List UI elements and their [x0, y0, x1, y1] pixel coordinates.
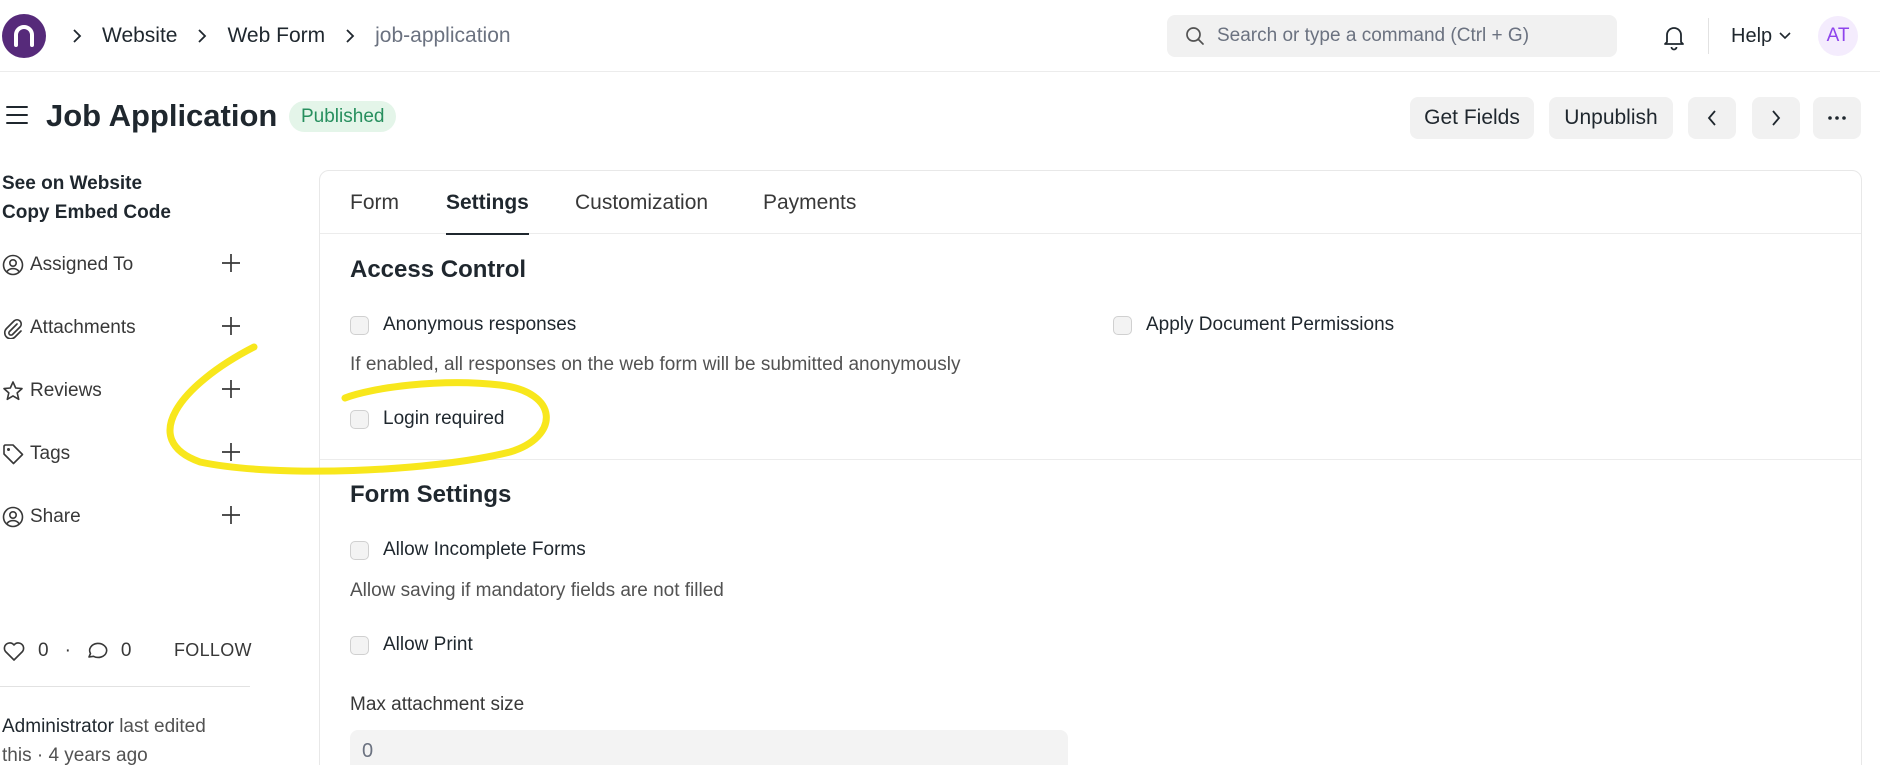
plus-icon[interactable] [220, 252, 242, 274]
last-edited-info: Administrator last edited this · 4 years… [2, 712, 206, 765]
help-label: Help [1731, 24, 1773, 47]
tab-customization[interactable]: Customization [575, 171, 708, 234]
plus-icon[interactable] [220, 504, 242, 526]
form-settings-heading: Form Settings [350, 481, 512, 508]
navbar: Website Web Form job-application Help AT [0, 0, 1880, 72]
max-attachment-size-label: Max attachment size [350, 694, 525, 715]
comment-icon[interactable] [85, 640, 109, 662]
tab-form[interactable]: Form [350, 171, 399, 234]
sidebar-item-assigned-to[interactable]: Assigned To [2, 250, 250, 280]
max-attachment-size-input[interactable] [350, 730, 1068, 765]
star-icon [3, 381, 23, 401]
more-icon [1828, 116, 1846, 120]
sidebar-item-label: Attachments [30, 317, 136, 338]
plus-icon[interactable] [220, 441, 242, 463]
anonymous-responses-checkbox[interactable]: Anonymous responses [350, 314, 576, 336]
chevron-right-icon [339, 29, 361, 43]
page-title: Job Application [46, 98, 278, 133]
plus-icon[interactable] [220, 378, 242, 400]
edited-time: this · 4 years ago [2, 745, 148, 765]
checkbox-label: Allow Incomplete Forms [383, 539, 586, 560]
allow-incomplete-forms-description: Allow saving if mandatory fields are not… [350, 580, 724, 601]
sidebar-item-reviews[interactable]: Reviews [2, 376, 250, 406]
checkbox-box[interactable] [350, 540, 369, 560]
next-record-button[interactable] [1752, 97, 1800, 139]
app-logo[interactable] [2, 14, 46, 58]
user-check-icon [2, 254, 24, 276]
hamburger-menu-icon[interactable] [6, 104, 28, 131]
chevron-left-icon [1707, 110, 1716, 126]
checkbox-label: Allow Print [383, 634, 473, 655]
tab-settings[interactable]: Settings [446, 171, 529, 235]
sidebar-item-share[interactable]: Share [2, 502, 250, 532]
checkbox-label: Anonymous responses [383, 314, 577, 335]
chevron-right-icon [66, 29, 88, 43]
checkbox-label: Login required [383, 408, 505, 429]
edited-by-user[interactable]: Administrator [2, 716, 114, 737]
help-dropdown[interactable]: Help [1731, 0, 1792, 72]
see-on-website-link[interactable]: See on Website [2, 173, 142, 195]
chevron-right-icon [1772, 110, 1781, 126]
navbar-divider [1708, 18, 1709, 54]
status-badge: Published [289, 101, 397, 132]
likes-count: 0 [38, 640, 49, 661]
previous-record-button[interactable] [1688, 97, 1736, 139]
section-divider [320, 459, 1861, 460]
sidebar-item-label: Reviews [30, 380, 102, 401]
plus-icon[interactable] [220, 315, 242, 337]
tag-icon [3, 444, 24, 465]
anonymous-responses-description: If enabled, all responses on the web for… [350, 354, 961, 375]
comments-count: 0 [120, 640, 132, 661]
user-check-icon [2, 506, 24, 528]
apply-document-permissions-checkbox[interactable]: Apply Document Permissions [1113, 314, 1394, 336]
breadcrumb-web-form[interactable]: Web Form [227, 24, 325, 48]
chevron-right-icon [191, 29, 213, 43]
chevron-down-icon [1779, 32, 1791, 40]
login-required-checkbox[interactable]: Login required [350, 408, 504, 430]
unpublish-button[interactable]: Unpublish [1549, 97, 1673, 139]
checkbox-box[interactable] [350, 635, 369, 655]
breadcrumb-website[interactable]: Website [102, 24, 177, 48]
checkbox-label: Apply Document Permissions [1146, 314, 1395, 335]
breadcrumb: Website Web Form job-application [66, 0, 525, 72]
search-bar[interactable] [1167, 15, 1617, 57]
heart-icon[interactable] [2, 640, 26, 662]
follow-button[interactable]: FOLLOW [174, 640, 252, 661]
avatar[interactable]: AT [1818, 16, 1858, 56]
checkbox-box[interactable] [350, 409, 369, 429]
sidebar-item-label: Tags [30, 443, 71, 464]
search-icon [1186, 27, 1204, 45]
sidebar-item-tags[interactable]: Tags [2, 439, 250, 469]
breadcrumb-current[interactable]: job-application [375, 24, 510, 48]
more-actions-button[interactable] [1813, 97, 1861, 139]
sidebar-item-label: Assigned To [30, 254, 134, 275]
logo-icon [14, 25, 34, 47]
bell-icon[interactable] [1661, 23, 1687, 56]
checkbox-box[interactable] [350, 315, 369, 335]
sidebar-divider [0, 686, 250, 687]
checkbox-box[interactable] [1113, 315, 1132, 335]
get-fields-button[interactable]: Get Fields [1410, 97, 1534, 139]
copy-embed-code-link[interactable]: Copy Embed Code [2, 202, 171, 224]
sidebar-item-attachments[interactable]: Attachments [2, 313, 250, 343]
sidebar-item-label: Share [30, 506, 81, 527]
search-input[interactable] [1217, 25, 1597, 47]
tab-payments[interactable]: Payments [763, 171, 856, 234]
separator-dot: · [64, 640, 71, 661]
allow-print-checkbox[interactable]: Allow Print [350, 634, 473, 656]
tab-bar: Form Settings Customization Payments [320, 171, 1861, 235]
paperclip-icon [4, 318, 23, 339]
edited-text: last edited [119, 716, 206, 737]
access-control-heading: Access Control [350, 256, 527, 283]
allow-incomplete-forms-checkbox[interactable]: Allow Incomplete Forms [350, 539, 586, 561]
form-card: Form Settings Customization Payments Acc… [319, 170, 1862, 765]
